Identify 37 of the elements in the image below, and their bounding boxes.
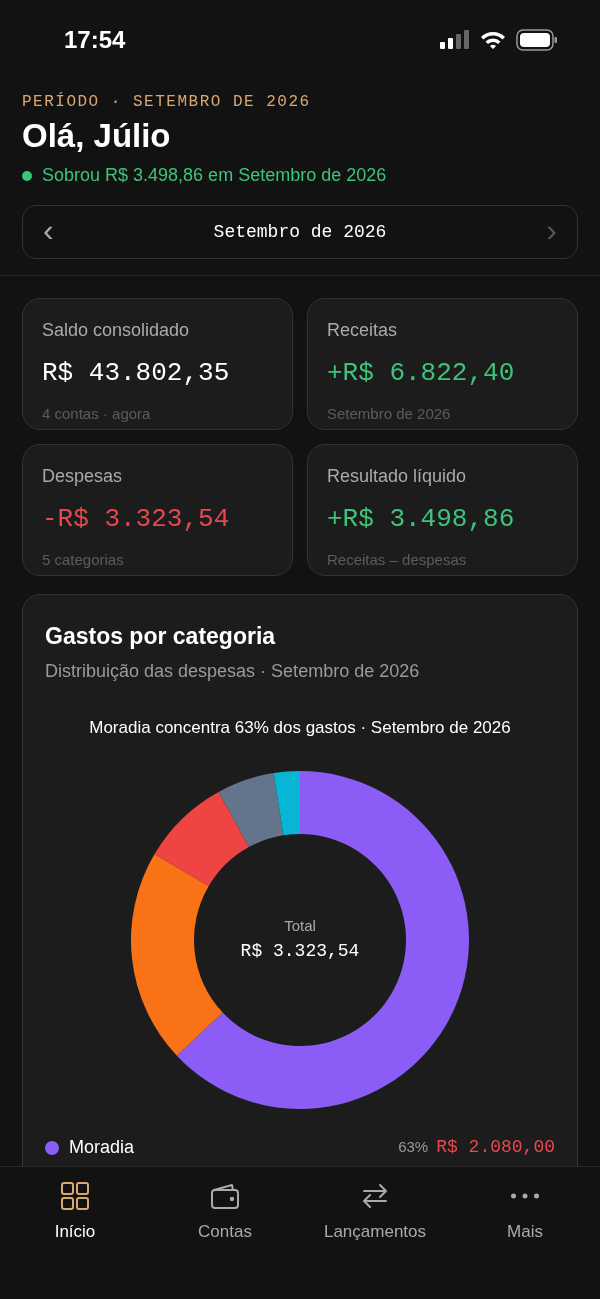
month-label: Setembro de 2026 — [213, 220, 387, 244]
stat-note: Setembro de 2026 — [327, 404, 452, 424]
legend-amount: R$ 2.080,00 — [436, 1136, 555, 1159]
total-label: Total — [284, 916, 316, 937]
signal-icon — [440, 30, 470, 50]
legend-share: 63% — [398, 1137, 429, 1158]
grid-icon — [60, 1181, 90, 1211]
wallet-icon — [210, 1181, 240, 1211]
legend-label: Moradia — [69, 1136, 136, 1159]
card-title: Gastos por categoria — [45, 622, 277, 651]
previous-month-button[interactable]: ‹ — [43, 214, 54, 250]
chart-caption: Moradia concentra 63% dos gastos · Setembro de 2026 — [88, 716, 512, 739]
greeting: Olá, Júlio — [22, 116, 172, 156]
stat-value: +R$ 3.498,86 — [327, 503, 516, 536]
stat-note: 5 categorias — [42, 550, 125, 570]
stat-value: +R$ 6.822,40 — [327, 357, 516, 390]
total-value: R$ 3.323,54 — [240, 939, 360, 963]
stat-label: Receitas — [327, 319, 399, 342]
tab-item[interactable]: Lançamentos — [300, 1181, 450, 1251]
stat-label: Despesas — [42, 465, 124, 488]
tab-item[interactable]: Mais — [450, 1181, 600, 1251]
stat-value: -R$ 3.323,54 — [42, 503, 231, 536]
period-label: PERÍODO · SETEMBRO DE 2026 — [22, 91, 312, 113]
card-subtitle: Distribuição das despesas · Setembro de 2026 — [45, 659, 421, 683]
stat-note: Receitas – despesas — [327, 550, 468, 570]
tab-item[interactable]: Início — [0, 1181, 150, 1251]
stat-label: Saldo consolidado — [42, 319, 191, 342]
wifi-icon — [480, 30, 506, 50]
stat-value: R$ 43.802,35 — [42, 357, 231, 390]
summary-text: Sobrou R$ 3.498,86 em Setembro de 2026 — [42, 164, 387, 187]
battery-icon — [516, 29, 558, 51]
stat-note: 4 contas · agora — [42, 404, 152, 424]
status-time: 17:54 — [64, 25, 126, 55]
stat-label: Resultado líquido — [327, 465, 468, 488]
tab-item[interactable]: Contas — [150, 1181, 300, 1251]
swap-arrows-icon — [360, 1181, 390, 1211]
more-icon — [510, 1192, 540, 1200]
